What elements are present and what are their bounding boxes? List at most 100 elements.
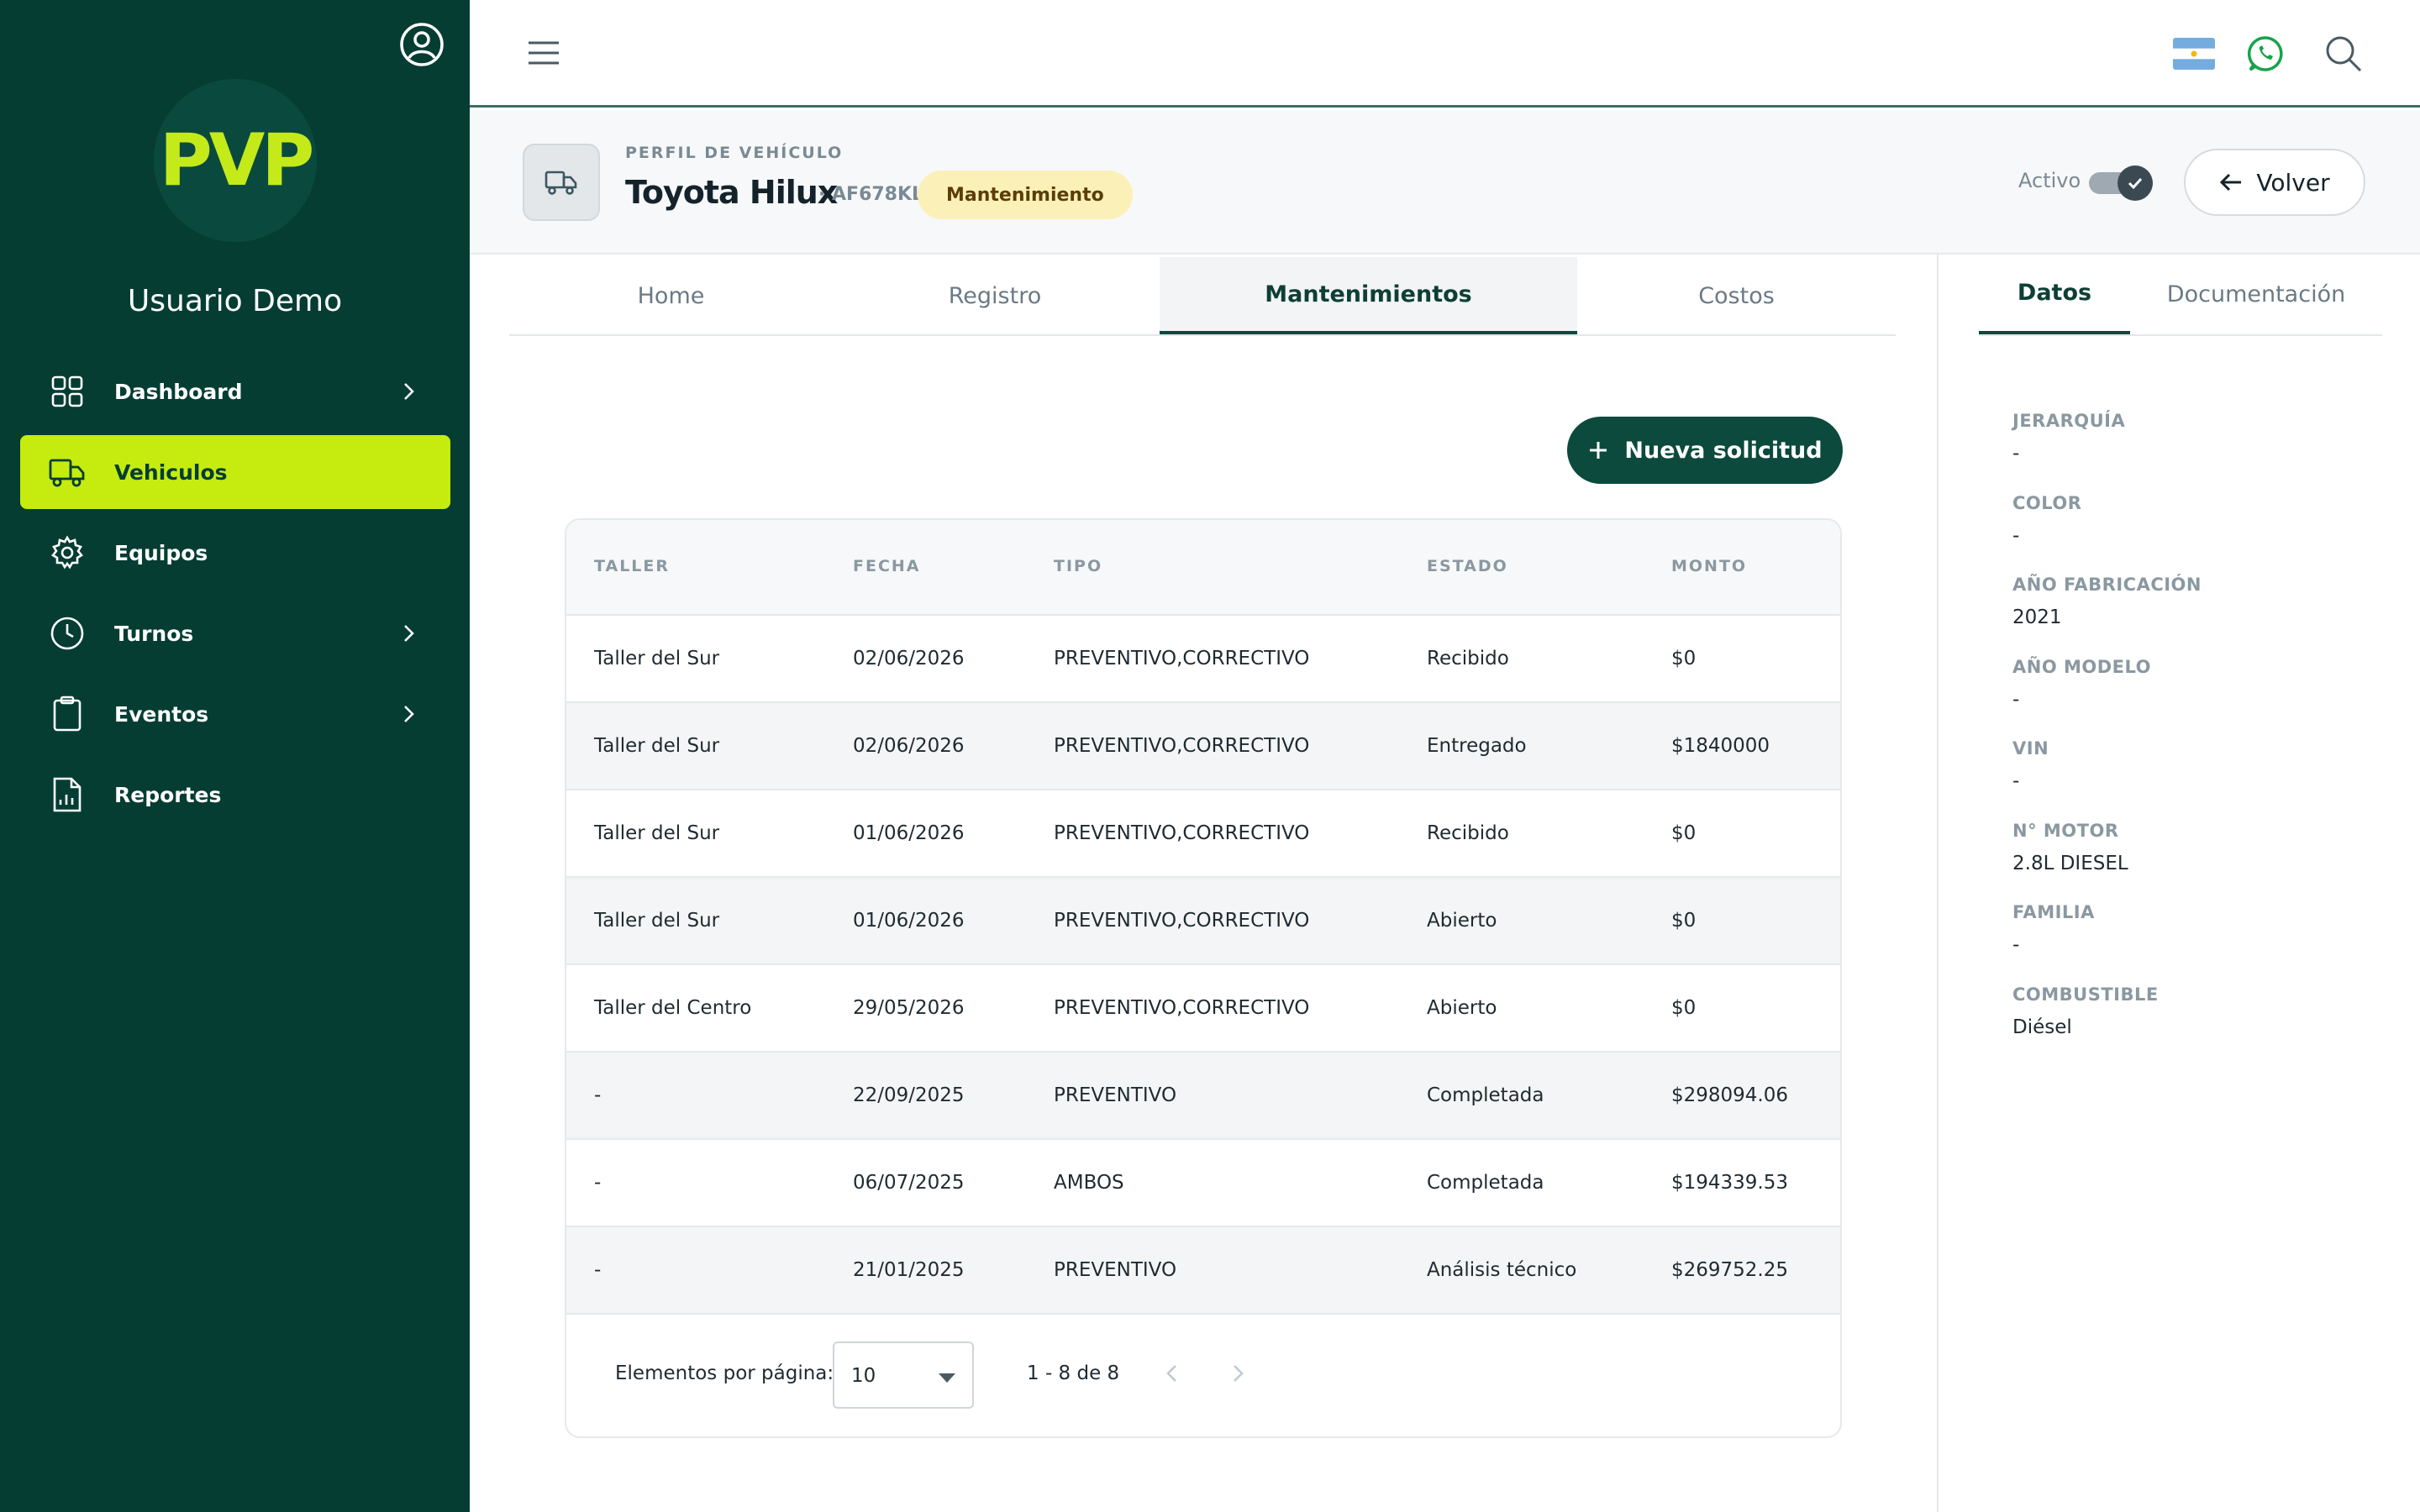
tab-registro[interactable]: Registro [833, 257, 1157, 334]
table-row[interactable]: - 06/07/2025 AMBOS Completada $194339.53 [566, 1140, 1840, 1227]
field-value: 2021 [2012, 606, 2062, 628]
vehicle-truck-icon [523, 144, 600, 221]
tab-datos[interactable]: Datos [1979, 255, 2130, 334]
field-value: - [2012, 688, 2020, 711]
table-row[interactable]: Taller del Centro 29/05/2026 PREVENTIVO,… [566, 965, 1840, 1053]
tab-documentacion[interactable]: Documentación [2130, 255, 2382, 334]
active-toggle[interactable] [2089, 165, 2153, 201]
sidebar-item-vehiculos[interactable]: Vehiculos [20, 435, 450, 509]
new-request-button[interactable]: Nueva solicitud [1567, 417, 1843, 484]
whatsapp-icon[interactable] [2245, 34, 2286, 74]
back-button-label: Volver [2256, 168, 2330, 197]
tab-costos[interactable]: Costos [1577, 257, 1896, 334]
cell-monto: $0 [1671, 910, 1697, 932]
chevron-right-icon [404, 706, 414, 722]
page-size-select[interactable]: 10 [833, 1341, 974, 1409]
field-value: - [2012, 443, 2020, 465]
tab-label: Costos [1698, 282, 1775, 309]
cell-monto: $1840000 [1671, 735, 1770, 757]
cell-fecha: 06/07/2025 [853, 1172, 965, 1194]
menu-icon[interactable] [527, 39, 560, 67]
sidebar-item-label: Vehiculos [114, 459, 228, 485]
active-label: Activo [2018, 169, 2081, 192]
cell-estado: Entregado [1427, 735, 1527, 757]
toggle-knob [2118, 165, 2153, 201]
table-row[interactable]: - 22/09/2025 PREVENTIVO Completada $2980… [566, 1053, 1840, 1140]
cell-fecha: 02/06/2026 [853, 735, 965, 757]
cell-fecha: 02/06/2026 [853, 648, 965, 669]
cell-monto: $0 [1671, 822, 1697, 844]
cell-fecha: 21/01/2025 [853, 1259, 965, 1281]
search-icon[interactable] [2323, 34, 2364, 74]
cell-estado: Abierto [1427, 910, 1497, 932]
cell-tipo: PREVENTIVO,CORRECTIVO [1054, 735, 1310, 757]
column-header-monto[interactable]: MONTO [1671, 557, 1747, 575]
truck-icon [49, 454, 86, 491]
column-header-taller[interactable]: TALLER [594, 557, 670, 575]
argentina-flag-icon[interactable] [2173, 38, 2215, 70]
pagination-range: 1 - 8 de 8 [1027, 1362, 1120, 1384]
field-value: - [2012, 934, 2020, 956]
sidebar-item-label: Turnos [114, 621, 194, 646]
sidebar-item-equipos[interactable]: Equipos [20, 516, 450, 590]
tab-mantenimientos[interactable]: Mantenimientos [1160, 257, 1577, 334]
chevron-left-icon[interactable] [1160, 1361, 1185, 1386]
cell-monto: $0 [1671, 648, 1697, 669]
cell-estado: Análisis técnico [1427, 1259, 1577, 1281]
details-fields: JERARQUÍA - COLOR - AÑO FABRICACIÓN 2021 AÑ… [2012, 411, 2202, 1066]
field-value: Diésel [2012, 1016, 2072, 1038]
page-size-value: 10 [851, 1365, 876, 1387]
details-tabs: Datos Documentación [1979, 255, 2382, 336]
sidebar-item-dashboard[interactable]: Dashboard [20, 354, 450, 428]
field-value: 2.8L DIESEL [2012, 852, 2128, 874]
sidebar-item-label: Dashboard [114, 379, 243, 404]
chevron-right-icon [404, 383, 414, 400]
field-value: - [2012, 524, 2020, 547]
sidebar-item-turnos[interactable]: Turnos [20, 596, 450, 670]
cell-estado: Recibido [1427, 822, 1509, 844]
user-account-icon[interactable] [399, 22, 445, 67]
cell-monto: $269752.25 [1671, 1259, 1789, 1281]
cell-fecha: 29/05/2026 [853, 997, 965, 1019]
field-anio-fabricacion: AÑO FABRICACIÓN 2021 [2012, 575, 2202, 657]
table-row[interactable]: Taller del Sur 02/06/2026 PREVENTIVO,COR… [566, 616, 1840, 703]
plus-icon [1590, 442, 1607, 459]
tab-label: Datos [2017, 280, 2092, 306]
cell-taller: Taller del Centro [594, 997, 752, 1019]
gear-icon [49, 534, 86, 571]
cell-taller: Taller del Sur [594, 910, 720, 932]
grid-icon [49, 373, 86, 410]
cell-tipo: PREVENTIVO [1054, 1259, 1177, 1281]
field-key: N° MOTOR [2012, 820, 2119, 841]
cell-taller: Taller del Sur [594, 648, 720, 669]
vehicle-header: PERFIL DE VEHÍCULO Toyota Hilux · AF678K… [470, 110, 2420, 255]
table-row[interactable]: Taller del Sur 01/06/2026 PREVENTIVO,COR… [566, 878, 1840, 965]
cell-taller: - [594, 1084, 602, 1106]
tab-home[interactable]: Home [509, 257, 833, 334]
sidebar-item-reportes[interactable]: Reportes [20, 758, 450, 832]
report-icon [49, 776, 86, 813]
sidebar: PVP Usuario Demo Dashboard Vehiculos Equ… [0, 0, 470, 1512]
column-header-fecha[interactable]: FECHA [853, 557, 921, 575]
table-row[interactable]: - 21/01/2025 PREVENTIVO Análisis técnico… [566, 1227, 1840, 1315]
cell-monto: $298094.06 [1671, 1084, 1789, 1106]
profile-eyebrow: PERFIL DE VEHÍCULO [625, 144, 844, 162]
brand-logo: PVP [154, 79, 317, 242]
cell-tipo: AMBOS [1054, 1172, 1124, 1194]
table-row[interactable]: Taller del Sur 02/06/2026 PREVENTIVO,COR… [566, 703, 1840, 790]
column-header-estado[interactable]: ESTADO [1427, 557, 1508, 575]
cell-estado: Completada [1427, 1172, 1544, 1194]
back-button[interactable]: Volver [2184, 149, 2365, 216]
status-badge-label: Mantenimiento [946, 184, 1104, 206]
chevron-right-icon[interactable] [1225, 1361, 1250, 1386]
column-header-tipo[interactable]: TIPO [1054, 557, 1102, 575]
sidebar-item-eventos[interactable]: Eventos [20, 677, 450, 751]
field-vin: VIN - [2012, 738, 2202, 821]
field-combustible: COMBUSTIBLE Diésel [2012, 984, 2202, 1067]
field-key: COLOR [2012, 492, 2082, 513]
table-row[interactable]: Taller del Sur 01/06/2026 PREVENTIVO,COR… [566, 790, 1840, 878]
tab-label: Home [637, 282, 705, 309]
cell-tipo: PREVENTIVO,CORRECTIVO [1054, 910, 1310, 932]
user-name: Usuario Demo [127, 284, 343, 318]
field-key: FAMILIA [2012, 902, 2095, 922]
